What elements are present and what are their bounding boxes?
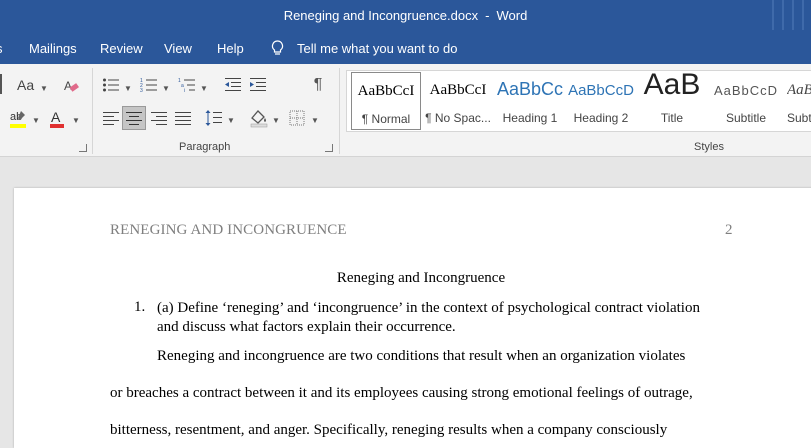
document-name: Reneging and Incongruence.docx bbox=[283, 8, 479, 23]
align-left-icon[interactable] bbox=[102, 110, 120, 126]
styles-gallery: AaBbCcI ¶ Normal AaBbCcI ¶ No Spac... Aa… bbox=[346, 70, 811, 132]
paragraph-dialog-launcher[interactable] bbox=[325, 144, 333, 152]
chevron-down-icon[interactable]: ▼ bbox=[272, 116, 280, 125]
numbering-icon[interactable]: 123 bbox=[140, 77, 158, 93]
window-control-edge[interactable] bbox=[792, 0, 794, 30]
svg-text:A: A bbox=[51, 109, 61, 125]
page-number[interactable]: 2 bbox=[725, 222, 733, 239]
styles-group-label: Styles bbox=[694, 141, 724, 153]
style-title[interactable]: AaB Title bbox=[639, 70, 705, 130]
group-divider bbox=[92, 68, 93, 154]
decrease-indent-icon[interactable] bbox=[224, 77, 242, 93]
style-preview: AaB bbox=[643, 70, 701, 101]
list-number[interactable]: 1. bbox=[134, 299, 145, 316]
window-control-edge[interactable] bbox=[802, 0, 804, 30]
title-bar: Reneging and Incongruence.docx - Word bbox=[0, 0, 811, 32]
tab-fragment[interactable]: s bbox=[0, 41, 3, 56]
style-name: Heading 1 bbox=[502, 111, 558, 125]
ribbon-body: Aa ▼ A ab ▼ A ▼ ▼ 123 ▼ 1ai ▼ ¶ ▼ ▼ ▼ Pa… bbox=[0, 64, 811, 157]
highlight-color-icon[interactable]: ab bbox=[8, 108, 28, 130]
chevron-down-icon[interactable]: ▼ bbox=[311, 116, 319, 125]
align-right-icon[interactable] bbox=[150, 110, 168, 126]
increase-indent-icon[interactable] bbox=[249, 77, 267, 93]
change-case-button[interactable]: Aa bbox=[17, 76, 34, 94]
style-name: ¶ Normal bbox=[361, 112, 411, 126]
style-name: Heading 2 bbox=[573, 111, 629, 125]
tell-me-search[interactable]: Tell me what you want to do bbox=[297, 41, 457, 56]
style-preview: AaB bbox=[787, 82, 811, 98]
chevron-down-icon[interactable]: ▼ bbox=[162, 84, 170, 93]
tab-view[interactable]: View bbox=[164, 41, 192, 56]
ribbon-tabs: s Mailings Review View Help Tell me what… bbox=[0, 32, 811, 64]
style-preview: AaBbCcI bbox=[357, 83, 415, 99]
style-name: ¶ No Spac... bbox=[425, 111, 491, 125]
style-subtitle[interactable]: AaBbCcD Subtitle bbox=[711, 72, 781, 130]
bullets-icon[interactable] bbox=[102, 77, 120, 93]
clear-formatting-icon[interactable]: A bbox=[62, 77, 80, 95]
borders-icon[interactable] bbox=[289, 110, 305, 126]
style-heading-2[interactable]: AaBbCcD Heading 2 bbox=[568, 72, 634, 130]
style-heading-1[interactable]: AaBbCc Heading 1 bbox=[497, 72, 563, 130]
style-preview: AaBbCcD bbox=[568, 82, 634, 99]
paragraph-line[interactable]: bitterness, resentment, and anger. Speci… bbox=[110, 422, 667, 439]
chevron-down-icon[interactable]: ▼ bbox=[200, 84, 208, 93]
line-spacing-icon[interactable] bbox=[205, 109, 223, 127]
document-title[interactable]: Reneging and Incongruence bbox=[14, 270, 811, 287]
style-name: Subtitle bbox=[725, 111, 767, 125]
chevron-down-icon[interactable]: ▼ bbox=[72, 116, 80, 125]
font-color-icon[interactable]: A bbox=[48, 108, 66, 130]
style-normal[interactable]: AaBbCcI ¶ Normal bbox=[351, 72, 421, 130]
document-page[interactable]: RENEGING AND INCONGRUENCE 2 Reneging and… bbox=[14, 188, 811, 448]
chevron-down-icon[interactable]: ▼ bbox=[40, 84, 48, 93]
svg-text:i: i bbox=[184, 88, 185, 93]
title-separator: - bbox=[485, 8, 490, 23]
change-case-label: Aa bbox=[17, 77, 35, 93]
style-no-spacing[interactable]: AaBbCcI ¶ No Spac... bbox=[423, 72, 493, 130]
tab-mailings[interactable]: Mailings bbox=[29, 41, 77, 56]
window-control-edge[interactable] bbox=[782, 0, 784, 30]
align-center-icon[interactable] bbox=[122, 106, 146, 130]
lightbulb-icon bbox=[271, 40, 284, 55]
style-preview: AaBbCcI bbox=[429, 82, 487, 98]
font-group-edge bbox=[0, 74, 4, 94]
chevron-down-icon[interactable]: ▼ bbox=[227, 116, 235, 125]
justify-icon[interactable] bbox=[174, 110, 192, 126]
paragraph-line[interactable]: or breaches a contract between it and it… bbox=[110, 385, 693, 402]
chevron-down-icon[interactable]: ▼ bbox=[124, 84, 132, 93]
list-item-text[interactable]: (a) Define ‘reneging’ and ‘incongruence’… bbox=[157, 299, 717, 337]
window-control-edge[interactable] bbox=[772, 0, 774, 30]
running-header[interactable]: RENEGING AND INCONGRUENCE bbox=[110, 222, 347, 239]
tab-help[interactable]: Help bbox=[217, 41, 244, 56]
multilevel-list-icon[interactable]: 1ai bbox=[178, 77, 196, 93]
pilcrow-icon[interactable]: ¶ bbox=[311, 76, 325, 94]
style-name: Title bbox=[660, 111, 684, 125]
paragraph-line[interactable]: Reneging and incongruence are two condit… bbox=[157, 348, 685, 365]
style-preview: AaBbCcD bbox=[713, 83, 779, 98]
svg-text:3: 3 bbox=[140, 88, 143, 93]
style-name: Subt bbox=[787, 111, 811, 125]
tab-review[interactable]: Review bbox=[100, 41, 143, 56]
group-divider bbox=[339, 68, 340, 154]
font-dialog-launcher[interactable] bbox=[79, 144, 87, 152]
paragraph-group-label: Paragraph bbox=[179, 141, 231, 153]
style-preview: AaBbCc bbox=[497, 79, 563, 99]
window-title: Reneging and Incongruence.docx - Word bbox=[0, 8, 811, 23]
shading-icon[interactable] bbox=[250, 108, 268, 128]
svg-text:A: A bbox=[64, 79, 72, 93]
chevron-down-icon[interactable]: ▼ bbox=[32, 116, 40, 125]
app-name: Word bbox=[496, 8, 528, 23]
style-subtle-emphasis[interactable]: AaB Subt bbox=[783, 72, 811, 130]
